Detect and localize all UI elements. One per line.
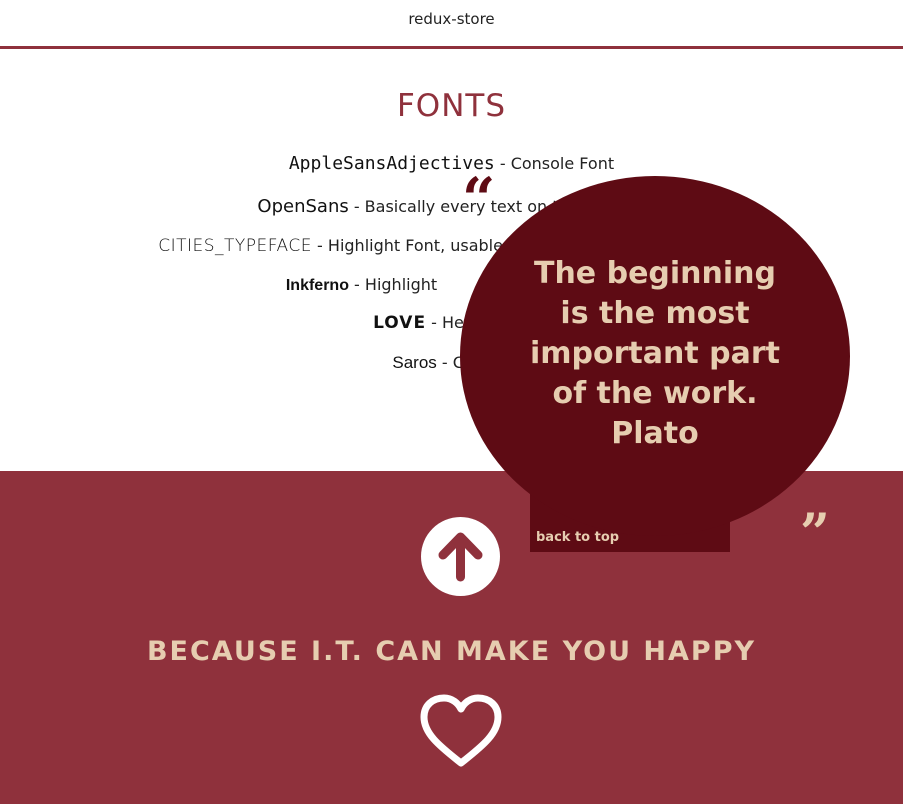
font-name: Inkferno — [285, 277, 349, 294]
close-quote-mark: ” — [800, 503, 830, 564]
heart-icon — [420, 694, 502, 767]
open-quote-mark: “ — [462, 165, 496, 233]
font-name: OpenSans — [257, 196, 349, 217]
font-name: Saros — [392, 353, 437, 372]
app-title-link[interactable]: redux-store — [408, 10, 494, 28]
font-row-applesans: AppleSansAdjectives - Console Font — [0, 153, 903, 174]
font-name: CITIES_TYPEFACE — [158, 236, 312, 256]
quote-line: The beginning — [533, 256, 777, 291]
quote-author: Plato — [611, 416, 699, 451]
fonts-heading: FONTS — [396, 88, 507, 124]
font-description: - He — [426, 313, 464, 332]
footer-tagline: BECAUSE I.T. CAN MAKE YOU HAPPY — [146, 636, 757, 667]
quote-line: of the work. — [552, 376, 758, 411]
top-header: redux-store — [0, 0, 903, 49]
font-name: LOVE — [373, 313, 427, 333]
font-description: - Console Font — [494, 154, 615, 173]
quote-line: is the most — [560, 296, 750, 331]
font-description: - Highlight — [348, 275, 438, 294]
back-to-top-link[interactable]: back to top — [536, 530, 619, 545]
quote-bubble: The beginning is the most important part… — [460, 176, 852, 552]
quote-line: important part — [529, 336, 780, 371]
quote-text: The beginning is the most important part… — [515, 254, 795, 454]
